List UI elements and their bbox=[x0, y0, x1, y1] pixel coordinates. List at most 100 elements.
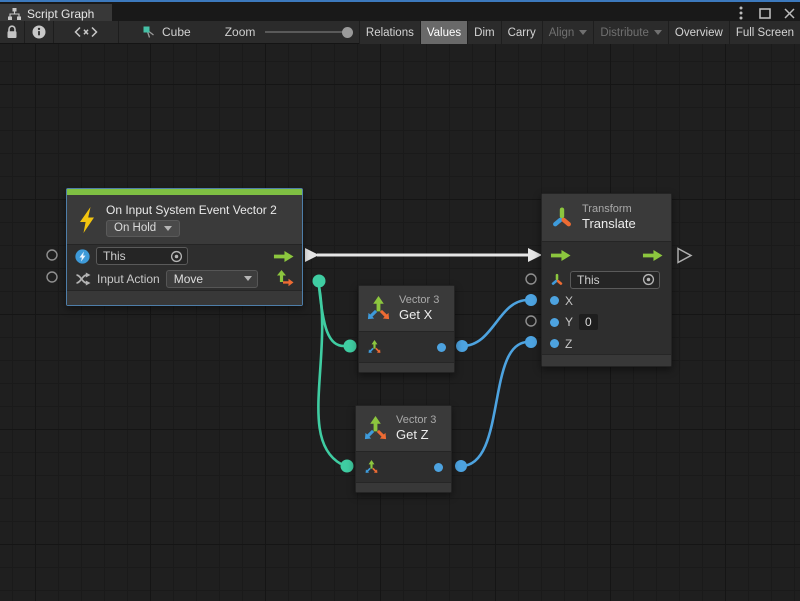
event-target-row: This bbox=[67, 245, 302, 267]
getx-port-row bbox=[359, 332, 454, 362]
tab-label: Script Graph bbox=[27, 7, 94, 21]
close-icon[interactable] bbox=[782, 6, 796, 20]
info-button[interactable] bbox=[25, 21, 53, 43]
wire-vector2-to-getz[interactable] bbox=[318, 286, 341, 464]
graph-toolbar: Cube Zoom 1x Relations Values Dim Carry … bbox=[0, 21, 800, 44]
node-translate[interactable]: Transform Translate This X Y 0 bbox=[541, 193, 672, 367]
lightning-icon bbox=[77, 207, 97, 233]
code-icon bbox=[74, 26, 98, 38]
node-get-z[interactable]: Vector 3 Get Z bbox=[355, 405, 452, 493]
gameobject-event-icon bbox=[75, 249, 90, 264]
port-getz-output[interactable] bbox=[455, 460, 467, 472]
input-action-dropdown[interactable]: Move bbox=[166, 270, 258, 288]
graph-name: Cube bbox=[162, 25, 191, 39]
event-node-title: On Input System Event Vector 2 bbox=[106, 203, 277, 217]
translate-type-label: Transform bbox=[582, 203, 636, 216]
dim-button[interactable]: Dim bbox=[467, 21, 500, 44]
info-icon bbox=[32, 25, 46, 39]
translate-node-header[interactable]: Transform Translate bbox=[542, 194, 671, 242]
vector3-icon bbox=[365, 296, 392, 321]
getx-title: Get X bbox=[399, 307, 439, 323]
event-node-footer bbox=[67, 290, 302, 305]
graph-breadcrumb[interactable]: Cube bbox=[139, 21, 195, 43]
target-picker-icon[interactable] bbox=[642, 273, 655, 286]
vector3-mini-icon[interactable] bbox=[364, 460, 379, 474]
port-event-vector2-output[interactable] bbox=[313, 275, 326, 288]
port-translate-z-input[interactable] bbox=[525, 336, 537, 348]
getx-output-dot[interactable] bbox=[437, 343, 446, 352]
translate-y-value-field[interactable]: 0 bbox=[579, 314, 598, 330]
port-getx-output[interactable] bbox=[456, 340, 468, 352]
input-action-icon bbox=[75, 272, 91, 286]
overview-button[interactable]: Overview bbox=[668, 21, 729, 44]
getz-title: Get Z bbox=[396, 427, 436, 443]
chevron-down-icon bbox=[579, 30, 587, 35]
port-translate-y-input[interactable] bbox=[526, 316, 536, 326]
distribute-dropdown[interactable]: Distribute bbox=[593, 21, 668, 44]
translate-y-label: Y bbox=[565, 315, 573, 329]
node-get-x[interactable]: Vector 3 Get X bbox=[358, 285, 455, 373]
transform-icon bbox=[550, 206, 574, 230]
wire-getz-to-translate-z[interactable] bbox=[461, 342, 528, 466]
event-node-header[interactable]: On Input System Event Vector 2 On Hold bbox=[67, 195, 302, 245]
node-on-input-system-event[interactable]: On Input System Event Vector 2 On Hold T… bbox=[66, 188, 303, 306]
event-mode-dropdown[interactable]: On Hold bbox=[106, 220, 180, 237]
target-picker-icon[interactable] bbox=[170, 250, 183, 263]
getz-output-dot[interactable] bbox=[434, 463, 443, 472]
vector3-mini-icon[interactable] bbox=[367, 340, 382, 354]
align-dropdown[interactable]: Align bbox=[542, 21, 594, 44]
maximize-icon[interactable] bbox=[758, 6, 772, 20]
translate-x-label: X bbox=[565, 294, 573, 308]
translate-z-label: Z bbox=[565, 337, 572, 351]
translate-z-dot[interactable] bbox=[550, 339, 559, 348]
carry-button[interactable]: Carry bbox=[501, 21, 542, 44]
port-translate-target-input[interactable] bbox=[526, 274, 536, 284]
kebab-menu-icon[interactable] bbox=[734, 6, 748, 20]
getx-node-footer bbox=[359, 362, 454, 372]
event-target-field[interactable]: This bbox=[96, 247, 188, 265]
translate-node-footer bbox=[542, 354, 671, 366]
relations-button[interactable]: Relations bbox=[359, 21, 420, 44]
vector2-icon[interactable] bbox=[276, 270, 294, 287]
getx-type-label: Vector 3 bbox=[399, 294, 439, 307]
vector3-icon bbox=[362, 416, 389, 441]
event-action-row: Input Action Move bbox=[67, 267, 302, 290]
control-input-arrow-icon[interactable] bbox=[550, 249, 571, 262]
wire-control-event-to-translate[interactable] bbox=[305, 248, 542, 262]
translate-target-row: This bbox=[542, 269, 671, 290]
chevron-down-icon bbox=[654, 30, 662, 35]
code-preview-button[interactable] bbox=[54, 21, 118, 43]
hierarchy-icon bbox=[8, 8, 21, 20]
lock-button[interactable] bbox=[0, 21, 24, 43]
graph-canvas[interactable]: On Input System Event Vector 2 On Hold T… bbox=[0, 44, 800, 601]
input-action-label: Input Action bbox=[97, 272, 160, 286]
lock-icon bbox=[6, 25, 18, 39]
values-button[interactable]: Values bbox=[420, 21, 467, 44]
wire-getx-to-translate-x[interactable] bbox=[462, 300, 528, 346]
translate-target-field[interactable]: This bbox=[570, 271, 660, 289]
zoom-slider-track[interactable] bbox=[265, 31, 351, 33]
fullscreen-button[interactable]: Full Screen bbox=[729, 21, 800, 44]
port-translate-x-input[interactable] bbox=[525, 294, 537, 306]
translate-y-dot[interactable] bbox=[550, 318, 559, 327]
translate-control-row bbox=[542, 242, 671, 269]
title-bar: Script Graph bbox=[0, 0, 800, 21]
zoom-slider[interactable] bbox=[265, 21, 351, 43]
getz-port-row bbox=[356, 452, 451, 482]
translate-x-row: X bbox=[542, 290, 671, 311]
port-getx-input[interactable] bbox=[344, 340, 357, 353]
translate-title: Translate bbox=[582, 216, 636, 232]
port-event-action-input[interactable] bbox=[47, 272, 57, 282]
toolbar-divider bbox=[118, 21, 119, 43]
port-event-target-input[interactable] bbox=[47, 250, 57, 260]
getx-node-header[interactable]: Vector 3 Get X bbox=[359, 286, 454, 332]
getz-node-header[interactable]: Vector 3 Get Z bbox=[356, 406, 451, 452]
control-output-arrow-icon[interactable] bbox=[642, 249, 663, 262]
window-controls bbox=[734, 5, 796, 21]
translate-x-dot[interactable] bbox=[550, 296, 559, 305]
control-output-arrow-icon[interactable] bbox=[273, 250, 294, 263]
chevron-down-icon bbox=[244, 276, 252, 281]
zoom-slider-handle[interactable] bbox=[342, 27, 353, 38]
port-getz-input[interactable] bbox=[341, 460, 354, 473]
port-translate-control-output[interactable] bbox=[678, 249, 691, 263]
